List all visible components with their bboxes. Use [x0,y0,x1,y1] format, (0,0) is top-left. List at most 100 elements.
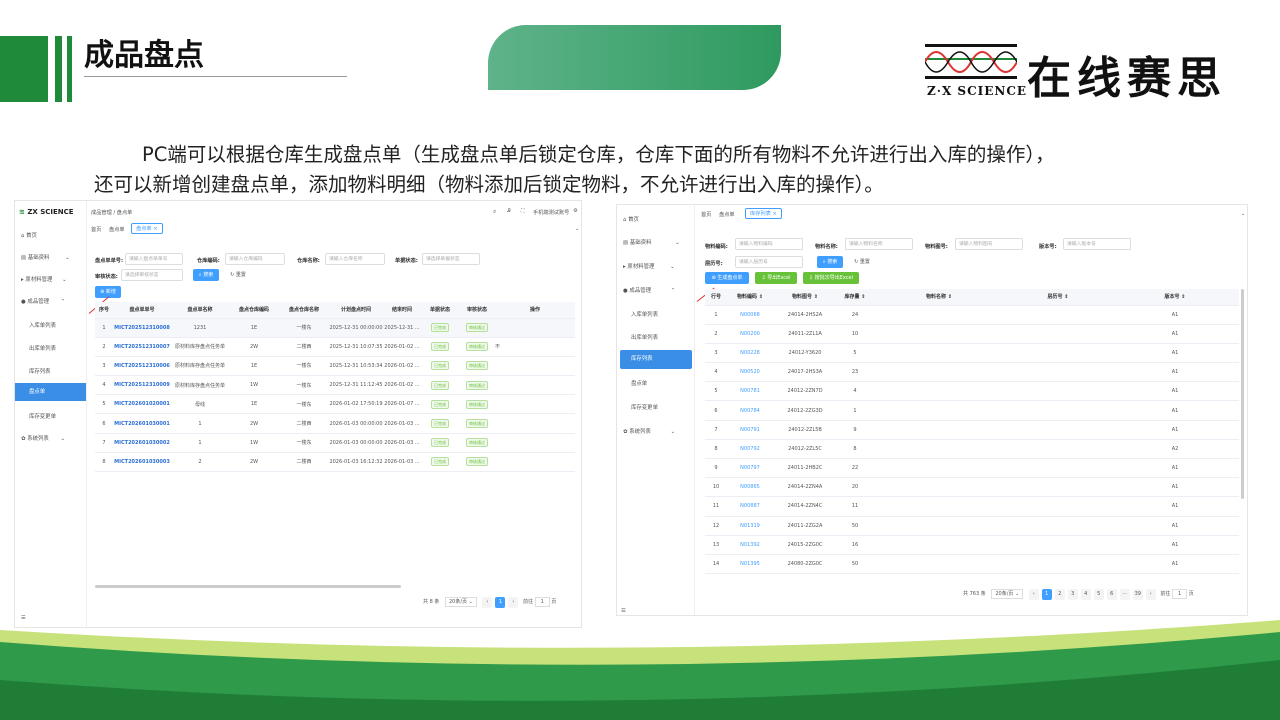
user-name[interactable]: 手机端测试账号 [533,209,569,216]
sidebar-item-system[interactable]: ✿ 系统列表 ⌄ [623,427,675,435]
chevron-down-icon[interactable]: ⌄ [1241,211,1245,217]
table-row[interactable]: 1 MICT202512310008 1231 1E 一楼东 2025-12-31 00:… [95,318,575,338]
sidebar-item-count[interactable]: 盘点单 [15,383,86,401]
material-code-input[interactable]: 请输入物料编码 [735,238,803,250]
sidebar-item-outbound[interactable]: 出库单列表 [631,333,658,341]
table-row[interactable]: 1 N00068 24014-2HS2A 24 A1 [705,305,1239,325]
search-icon[interactable]: ⌕ [493,208,496,216]
table-row[interactable]: 2 N00200 24011-2ZL1A 10 A1 [705,324,1239,344]
translate-icon[interactable]: Ꭿ [507,208,511,215]
sidebar-item-raw[interactable]: ▸ 原材料管理 ⌄ [623,262,675,270]
warehouse-code-input[interactable]: 请输入仓库编码 [225,253,285,265]
page-button[interactable]: 39 [1132,589,1143,600]
order-no-input[interactable]: 请输入盘点单单号 [125,253,183,265]
action-cell[interactable] [495,318,575,338]
action-cell[interactable] [495,375,575,396]
action-cell[interactable] [495,433,575,453]
sidebar-item-home[interactable]: ⌂ 首页 [623,215,639,223]
sidebar-item-basic[interactable]: ▤ 基础资料 ⌄ [21,253,70,261]
action-cell[interactable] [495,394,575,415]
version-input[interactable]: 请输入版本号 [1063,238,1131,250]
sidebar-item-change[interactable]: 库存变更单 [631,403,658,411]
next-page-button[interactable]: › [1145,589,1156,600]
prev-page-button[interactable]: ‹ [1028,589,1039,600]
table-cell[interactable]: N00865 [727,477,773,498]
table-cell[interactable]: N00797 [727,458,773,479]
page-button[interactable]: 2 [1054,589,1065,600]
page-button[interactable]: 6 [1106,589,1117,600]
page-button[interactable]: 5 [1093,589,1104,600]
page-button[interactable]: 4 [1080,589,1091,600]
settings-icon[interactable]: ⚙ [573,208,578,214]
table-cell[interactable]: N01319 [727,516,773,536]
sort-icon[interactable]: ⇕ [946,294,952,300]
tab-count[interactable]: 盘点单 [719,211,735,218]
sort-icon[interactable]: ⇕ [860,294,865,300]
export-batch-excel-button[interactable]: ⇩ 按批次导出Excel [803,272,859,284]
sidebar-item-system[interactable]: ✿ 系统列表 ⌄ [21,434,65,442]
table-row[interactable]: 8 MICT202601030003 2 2W 二楼西 2026-01-03 16:12:… [95,452,575,473]
reset-button[interactable]: ↻ 重置 [225,269,251,281]
fullscreen-icon[interactable]: ⛶ [521,208,525,215]
doc-status-select[interactable]: 请选择单据状态 [422,253,480,265]
table-cell[interactable]: MICT202512310008 [113,318,171,338]
table-row[interactable]: 7 MICT202601030002 1 1W 一楼东 2026-01-03 00:00:… [95,433,575,453]
column-header[interactable]: 行号 [705,289,727,306]
sidebar-item-stock[interactable]: 库存列表 [29,367,51,375]
sidebar-item-change[interactable]: 库存变更单 [29,412,56,420]
column-header[interactable]: 物料图号 ⇕ [773,289,837,306]
table-row[interactable]: 3 MICT202512310006 原材料库存盘点任务单 1E 一楼东 2025-12-… [95,356,575,377]
sidebar-item-basic[interactable]: ▤ 基础资料 ⌄ [623,238,680,246]
column-header[interactable]: 物料名称 ⇕ [873,289,1005,306]
table-row[interactable]: 3 N00228 24012-Y3620 5 A1 [705,343,1239,364]
table-row[interactable]: 5 N00781 24012-2ZN7D 4 A1 [705,381,1239,402]
search-button[interactable]: ⌕ 搜索 [193,269,219,281]
table-row[interactable]: 8 N00792 24012-2ZL5C 8 A2 [705,439,1239,460]
tab-home[interactable]: 首页 [701,211,711,218]
table-row[interactable]: 5 MICT202601020001 母线 1E 一楼东 2026-01-02 17:50… [95,394,575,415]
page-button[interactable]: 3 [1067,589,1078,600]
column-header[interactable]: 层历号 ⇕ [1005,289,1111,306]
table-cell[interactable]: N00068 [727,305,773,325]
table-cell[interactable]: MICT202601020001 [113,394,171,415]
table-row[interactable]: 12 N01319 24011-2ZG2A 50 A1 [705,516,1239,536]
action-cell[interactable] [495,356,575,377]
column-header[interactable]: 物料编码 ⇕ [727,289,773,306]
vertical-scrollbar[interactable] [1241,289,1244,499]
column-header[interactable]: 库存量 ⇕ [837,289,873,306]
audit-status-select[interactable]: 请选择审核状态 [121,269,183,281]
table-cell[interactable]: N00792 [727,439,773,460]
table-cell[interactable]: N00781 [727,381,773,402]
table-row[interactable]: 9 N00797 24011-2HB2C 22 A1 [705,458,1239,479]
table-row[interactable]: 13 N01392 24015-2ZG0C 16 A1 [705,535,1239,555]
table-row[interactable]: 6 MICT202601030001 1 2W 二楼西 2026-01-03 00:00:… [95,413,575,434]
table-row[interactable]: 2 MICT202512310007 原材料库存盘点任务单 2W 二楼西 2025-12-… [95,337,575,357]
tab-count[interactable]: 盘点单 [109,226,125,233]
page-size-select[interactable]: 20条/页 ⌄ [991,589,1024,599]
action-cell[interactable] [495,413,575,434]
table-cell[interactable]: MICT202512310007 [113,337,171,357]
sidebar-item-count[interactable]: 盘点单 [631,379,647,387]
horizontal-scrollbar[interactable] [95,585,401,588]
table-cell[interactable]: MICT202601030003 [113,452,171,473]
table-cell[interactable]: MICT202601030002 [113,433,171,453]
material-name-input[interactable]: 请输入物料名称 [845,238,913,250]
sort-icon[interactable]: ⇕ [1063,294,1068,300]
table-cell[interactable]: N00887 [727,496,773,517]
column-header[interactable]: 版本号 ⇕ [1111,289,1239,306]
batch-input[interactable]: 请输入层历号 [735,256,803,268]
table-cell[interactable]: N00520 [727,362,773,383]
sort-icon[interactable]: ⇕ [757,294,763,300]
tab-home[interactable]: 首页 [91,226,101,233]
table-row[interactable]: 6 N00784 24012-2ZG3D 1 A1 [705,400,1239,421]
table-cell[interactable]: N00228 [727,343,773,364]
sidebar-item-product[interactable]: ● 成品管理 ⌃ [623,286,675,294]
chevron-down-icon[interactable]: ⌄ [575,226,579,232]
sidebar-item-raw[interactable]: ▸ 原材料管理 ⌄ [21,275,67,283]
sidebar-item-inbound[interactable]: 入库单列表 [29,321,56,329]
generate-count-button[interactable]: ⊕ 生成盘点单 [705,272,749,284]
page-button[interactable]: ··· [1119,589,1130,600]
sidebar-item-product[interactable]: ● 成品管理 ⌃ [21,297,65,305]
table-row[interactable]: 4 MICT202512310009 原材料库存盘点任务单 1W 一楼东 2025-12-… [95,375,575,396]
sidebar-item-stock[interactable]: 库存列表 [620,350,692,369]
